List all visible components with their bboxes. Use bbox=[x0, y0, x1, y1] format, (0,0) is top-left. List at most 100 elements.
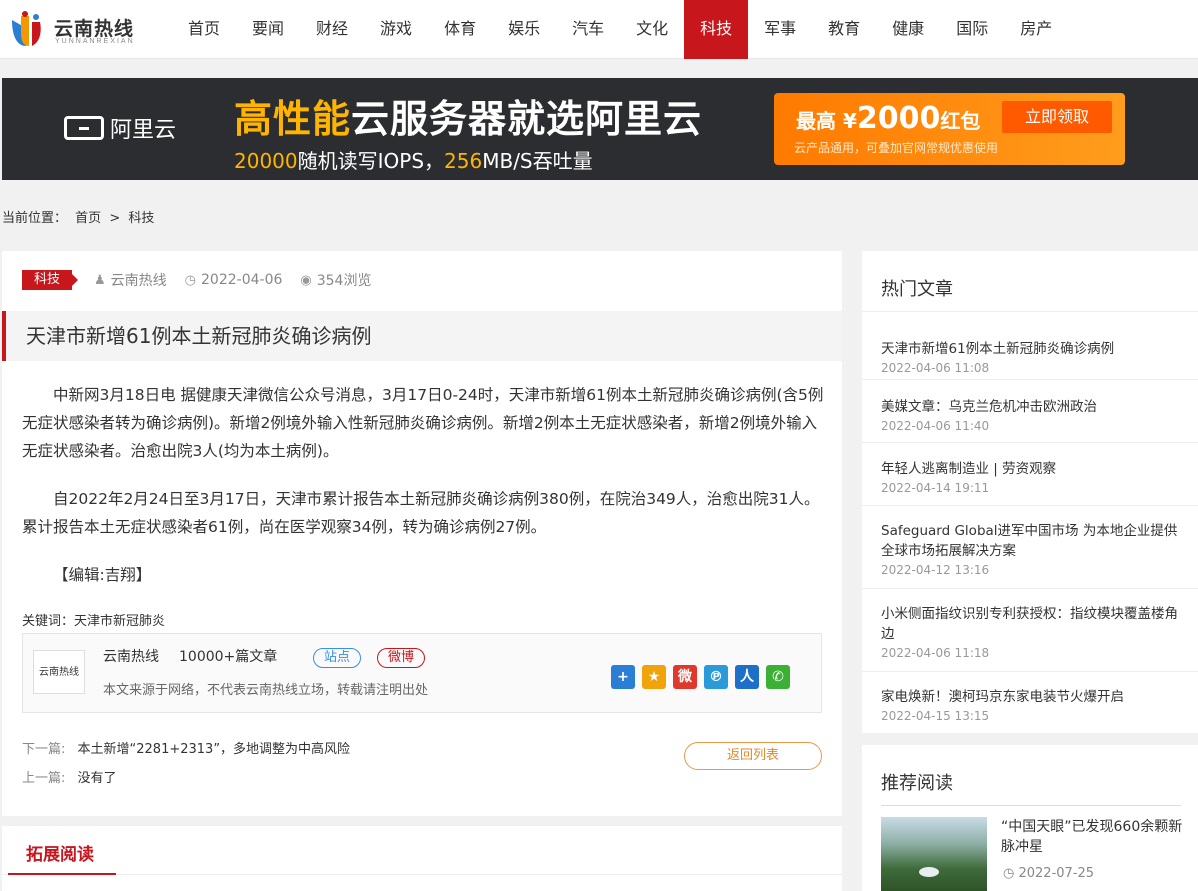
hot-article-item[interactable]: 年轻人逃离制造业 | 劳资观察 2022-04-14 19:11 bbox=[881, 459, 1181, 495]
logo-mark-icon bbox=[12, 11, 41, 46]
recommended-thumbnail[interactable] bbox=[881, 817, 987, 891]
extended-reading: 拓展阅读 bbox=[2, 826, 842, 891]
sub-d: MB/S吞吐量 bbox=[482, 149, 593, 173]
paragraph: 自2022年2月24日至3月17日，天津市累计报告本土新冠肺炎确诊病例380例，… bbox=[22, 490, 820, 536]
nav-item[interactable]: 房产 bbox=[1004, 0, 1068, 59]
sub-b: 随机读写IOPS， bbox=[297, 149, 445, 173]
source-logo: 云南热线 bbox=[33, 650, 85, 694]
hot-article-date: 2022-04-14 19:11 bbox=[881, 481, 990, 495]
article-meta: 科技 ♟ 云南热线 ◷ 2022-04-06 ◉ 354浏览 bbox=[22, 270, 389, 290]
editor-note: 【编辑:吉翔】 bbox=[53, 566, 152, 584]
hot-article-item[interactable]: 小米侧面指纹识别专利获授权：指纹模块覆盖楼角边 2022-04-06 11:18 bbox=[881, 604, 1181, 660]
plus-share-icon[interactable]: + bbox=[611, 665, 635, 689]
hot-article-title[interactable]: 美媒文章：乌克兰危机冲击欧洲政治 bbox=[881, 397, 1181, 417]
nav-item[interactable]: 汽车 bbox=[556, 0, 620, 59]
sub-a: 20000 bbox=[234, 149, 298, 173]
nav-item[interactable]: 首页 bbox=[172, 0, 236, 59]
hot-article-item[interactable]: 美媒文章：乌克兰危机冲击欧洲政治 2022-04-06 11:40 bbox=[881, 397, 1181, 433]
hot-article-title[interactable]: 家电焕新！澳柯玛京东家电装节火爆开启 bbox=[881, 687, 1181, 707]
article-body: 中新网3月18日电 据健康天津微信公众号消息，3月17日0-24时，天津市新增6… bbox=[22, 381, 824, 609]
cta-prefix: 最高 ¥ bbox=[796, 109, 857, 133]
article-title-bar: 天津市新增61例本土新冠肺炎确诊病例 bbox=[2, 311, 842, 361]
clock-icon: ◷ bbox=[184, 272, 197, 288]
site-logo[interactable]: 云南热线 YUNNANREXIAN bbox=[8, 8, 148, 50]
author-name: 云南热线 bbox=[110, 273, 167, 289]
hot-article-title[interactable]: Safeguard Global进军中国市场 为本地企业提供全球市场拓展解决方案 bbox=[881, 521, 1181, 561]
main-nav: 首页 要闻 财经 游戏 体育 娱乐 汽车 文化 科技 军事 教育 健康 国际 房产 bbox=[172, 0, 1068, 59]
user-icon: ♟ bbox=[94, 272, 106, 288]
recommended-date: ◷ 2022-07-25 bbox=[1003, 866, 1094, 881]
site-name: 云南热线 bbox=[54, 18, 135, 40]
qzone-icon[interactable]: ★ bbox=[642, 665, 666, 689]
divider bbox=[862, 442, 1198, 443]
nav-item[interactable]: 国际 bbox=[940, 0, 1004, 59]
claim-button[interactable]: 立即领取 bbox=[1002, 101, 1112, 133]
next-article-link[interactable]: 本土新增“2281+2313”，多地调整为中高风险 bbox=[78, 742, 351, 757]
nav-item[interactable]: 要闻 bbox=[236, 0, 300, 59]
extended-reading-title[interactable]: 拓展阅读 bbox=[26, 840, 94, 865]
article-title: 天津市新增61例本土新冠肺炎确诊病例 bbox=[26, 324, 372, 348]
wechat-icon[interactable]: ✆ bbox=[766, 665, 790, 689]
back-to-list-button[interactable]: 返回列表 bbox=[684, 742, 822, 770]
category-tag[interactable]: 科技 bbox=[22, 270, 79, 290]
hot-article-title[interactable]: 天津市新增61例本土新冠肺炎确诊病例 bbox=[881, 339, 1181, 359]
hot-article-title[interactable]: 小米侧面指纹识别专利获授权：指纹模块覆盖楼角边 bbox=[881, 604, 1181, 644]
divider bbox=[862, 311, 1198, 312]
aliyun-logo: 阿里云 bbox=[64, 112, 176, 144]
hot-article-item[interactable]: 家电焕新！澳柯玛京东家电装节火爆开启 2022-04-15 13:15 bbox=[881, 687, 1181, 723]
paragraph: 中新网3月18日电 据健康天津微信公众号消息，3月17日0-24时，天津市新增6… bbox=[22, 386, 824, 460]
banner-copy: 高性能云服务器就选阿里云 20000随机读写IOPS，256MB/S吞吐量 bbox=[234, 88, 702, 174]
site-header: 云南热线 YUNNANREXIAN 首页 要闻 财经 游戏 体育 娱乐 汽车 文化 科技 军事 教育… bbox=[0, 0, 1198, 59]
nav-item[interactable]: 娱乐 bbox=[492, 0, 556, 59]
cta-note: 云产品通用，可叠加官网常规优惠使用 bbox=[794, 141, 999, 155]
weibo-icon[interactable]: 微 bbox=[673, 665, 697, 689]
hot-article-title[interactable]: 年轻人逃离制造业 | 劳资观察 bbox=[881, 459, 1181, 479]
divider bbox=[862, 671, 1198, 672]
nav-item[interactable]: 财经 bbox=[300, 0, 364, 59]
breadcrumb-current-link[interactable]: 科技 bbox=[128, 211, 154, 226]
nav-item[interactable]: 健康 bbox=[876, 0, 940, 59]
hot-article-date: 2022-04-12 13:16 bbox=[881, 563, 990, 577]
divider bbox=[862, 379, 1198, 380]
ad-banner[interactable]: 阿里云 高性能云服务器就选阿里云 20000随机读写IOPS，256MB/S吞吐… bbox=[2, 78, 1198, 180]
site-name-en: YUNNANREXIAN bbox=[55, 38, 135, 45]
hot-article-date: 2022-04-06 11:08 bbox=[881, 361, 990, 375]
banner-cta[interactable]: 最高 ¥2000红包 云产品通用，可叠加官网常规优惠使用 立即领取 bbox=[774, 93, 1125, 165]
nav-item[interactable]: 教育 bbox=[812, 0, 876, 59]
headline-rest: 云服务器就选阿里云 bbox=[351, 97, 703, 141]
recommended-article-link[interactable]: “中国天眼”已发现660余颗新脉冲星 bbox=[1001, 817, 1186, 857]
recommended: 推荐阅读 “中国天眼”已发现660余颗新脉冲星 ◷ 2022-07-25 bbox=[862, 745, 1198, 891]
site-link-button[interactable]: 站点 bbox=[313, 648, 362, 668]
article-card: 科技 ♟ 云南热线 ◷ 2022-04-06 ◉ 354浏览 天津市新增61例本… bbox=[2, 251, 842, 816]
cta-title: 最高 ¥2000红包 bbox=[796, 101, 980, 136]
hot-article-item[interactable]: Safeguard Global进军中国市场 为本地企业提供全球市场拓展解决方案… bbox=[881, 521, 1181, 577]
view-count: ◉ 354浏览 bbox=[300, 270, 371, 290]
active-tab-underline bbox=[8, 873, 116, 875]
nav-item[interactable]: 军事 bbox=[748, 0, 812, 59]
sub-c: 256 bbox=[444, 149, 483, 173]
recommended-date-text: 2022-07-25 bbox=[1018, 866, 1095, 881]
nav-item[interactable]: 体育 bbox=[428, 0, 492, 59]
source-name[interactable]: 云南热线 bbox=[103, 646, 159, 666]
divider bbox=[862, 588, 1198, 589]
weibo-link-button[interactable]: 微博 bbox=[377, 648, 426, 668]
nav-item[interactable]: 文化 bbox=[620, 0, 684, 59]
cta-suffix: 红包 bbox=[940, 109, 981, 133]
nav-item[interactable]: 游戏 bbox=[364, 0, 428, 59]
clock-icon: ◷ bbox=[1003, 866, 1015, 881]
breadcrumb-home-link[interactable]: 首页 bbox=[75, 211, 101, 226]
source-disclaimer: 本文来源于网络，不代表云南热线立场，转载请注明出处 bbox=[103, 683, 429, 698]
next-article: 下一篇: 本土新增“2281+2313”，多地调整为中高风险 bbox=[22, 738, 350, 757]
nav-item[interactable]: 科技 bbox=[684, 0, 749, 59]
tencent-weibo-icon[interactable]: ℗ bbox=[704, 665, 728, 689]
keywords[interactable]: 关键词：天津市新冠肺炎 bbox=[22, 610, 165, 629]
recommended-title: 推荐阅读 bbox=[881, 773, 953, 794]
prev-article-link[interactable]: 没有了 bbox=[78, 771, 117, 786]
breadcrumb-prefix: 当前位置： bbox=[2, 211, 68, 226]
hot-article-item[interactable]: 天津市新增61例本土新冠肺炎确诊病例 2022-04-06 11:08 bbox=[881, 339, 1181, 375]
hot-article-date: 2022-04-15 13:15 bbox=[881, 709, 990, 723]
renren-icon[interactable]: 人 bbox=[735, 665, 759, 689]
banner-subline: 20000随机读写IOPS，256MB/S吞吐量 bbox=[234, 145, 702, 174]
author: ♟ 云南热线 bbox=[94, 270, 167, 290]
headline-highlight: 高性能 bbox=[234, 97, 352, 141]
